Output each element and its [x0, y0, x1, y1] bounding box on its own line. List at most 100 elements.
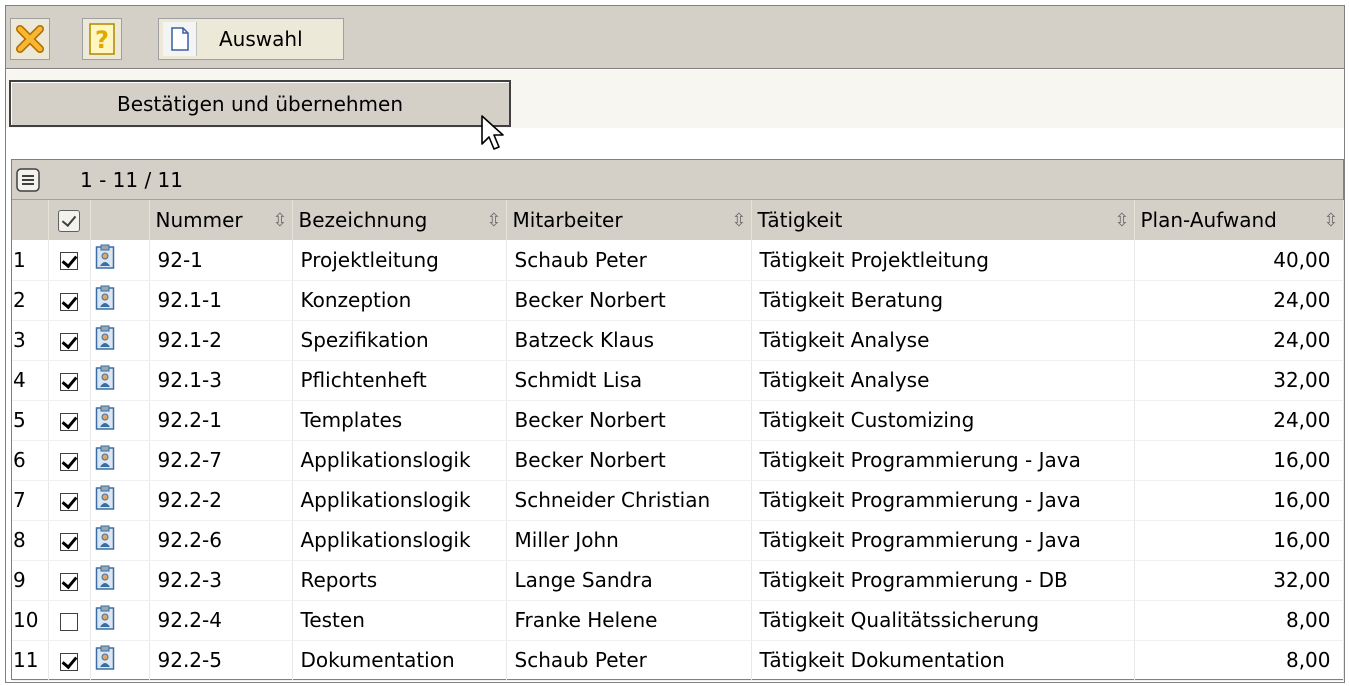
column-header-plan-aufwand[interactable]: Plan-Aufwand ⇳ — [1134, 200, 1344, 240]
table-row[interactable]: 10 92.2-4 Testen Franke Helene Tätigkeit Qua… — [12, 600, 1344, 641]
cell-nummer: 92.2-5 — [149, 640, 293, 681]
clipboard-person-icon[interactable] — [95, 325, 115, 356]
row-checkbox-cell[interactable] — [48, 400, 91, 441]
row-index: 10 — [12, 600, 49, 641]
clipboard-person-icon[interactable] — [95, 605, 115, 636]
sort-icon[interactable]: ⇳ — [486, 210, 501, 231]
clipboard-person-icon[interactable] — [95, 365, 115, 396]
column-label: Nummer — [155, 208, 243, 232]
row-checkbox-cell[interactable] — [48, 600, 91, 641]
header-select-all[interactable] — [48, 200, 91, 240]
cell-mitarbeiter: Becker Norbert — [506, 280, 752, 321]
row-checkbox[interactable] — [60, 372, 78, 391]
column-header-nummer[interactable]: Nummer ⇳ — [149, 200, 293, 240]
row-checkbox[interactable] — [60, 532, 78, 551]
clipboard-person-icon[interactable] — [95, 244, 115, 275]
column-header-mitarbeiter[interactable]: Mitarbeiter ⇳ — [506, 200, 752, 240]
row-index: 1 — [12, 240, 49, 281]
row-checkbox-cell[interactable] — [48, 480, 91, 521]
cell-plan-aufwand: 32,00 — [1134, 560, 1344, 601]
clipboard-person-icon[interactable] — [95, 445, 115, 476]
cell-plan-aufwand: 8,00 — [1134, 640, 1344, 681]
sort-icon[interactable]: ⇳ — [1323, 210, 1338, 231]
clipboard-person-icon[interactable] — [95, 645, 115, 676]
row-checkbox-cell[interactable] — [48, 280, 91, 321]
clipboard-person-icon[interactable] — [95, 485, 115, 516]
select-all-checkbox[interactable] — [58, 210, 80, 233]
row-icon-cell[interactable] — [90, 640, 150, 681]
table-row[interactable]: 6 92.2-7 Applikationslogik Becker Norbert Tä… — [12, 440, 1344, 481]
sort-icon[interactable]: ⇳ — [1114, 210, 1129, 231]
row-checkbox[interactable] — [60, 252, 78, 271]
cell-plan-aufwand: 8,00 — [1134, 600, 1344, 641]
row-checkbox-cell[interactable] — [48, 560, 91, 601]
column-header-taetigkeit[interactable]: Tätigkeit ⇳ — [751, 200, 1135, 240]
close-button[interactable] — [10, 18, 50, 60]
row-icon-cell[interactable] — [90, 400, 150, 441]
cell-mitarbeiter: Becker Norbert — [506, 400, 752, 441]
cell-taetigkeit: Tätigkeit Programmierung - Java — [751, 440, 1135, 481]
cell-taetigkeit: Tätigkeit Analyse — [751, 320, 1135, 361]
column-label: Tätigkeit — [757, 208, 843, 232]
cell-plan-aufwand: 32,00 — [1134, 360, 1344, 401]
row-icon-cell[interactable] — [90, 240, 150, 281]
table-row[interactable]: 8 92.2-6 Applikationslogik Miller John Tätig… — [12, 520, 1344, 561]
table-row[interactable]: 9 92.2-3 Reports Lange Sandra Tätigkeit Prog… — [12, 560, 1344, 601]
clipboard-person-icon[interactable] — [95, 405, 115, 436]
clipboard-person-icon[interactable] — [95, 285, 115, 316]
row-checkbox-cell[interactable] — [48, 440, 91, 481]
row-checkbox[interactable] — [60, 412, 78, 431]
row-checkbox[interactable] — [60, 572, 78, 591]
cell-taetigkeit: Tätigkeit Beratung — [751, 280, 1135, 321]
row-icon-cell[interactable] — [90, 560, 150, 601]
sort-icon[interactable]: ⇳ — [272, 210, 287, 231]
cell-nummer: 92.2-2 — [149, 480, 293, 521]
row-index: 8 — [12, 520, 49, 561]
row-index: 11 — [12, 640, 49, 681]
row-icon-cell[interactable] — [90, 600, 150, 641]
confirm-and-apply-button[interactable]: Bestätigen und übernehmen — [9, 80, 511, 127]
row-checkbox-cell[interactable] — [48, 320, 91, 361]
cell-mitarbeiter: Miller John — [506, 520, 752, 561]
table-row[interactable]: 5 92.2-1 Templates Becker Norbert Tätigkeit … — [12, 400, 1344, 441]
help-button[interactable]: ? — [82, 18, 122, 60]
row-checkbox[interactable] — [60, 492, 78, 511]
row-checkbox[interactable] — [60, 452, 78, 471]
table-row[interactable]: 2 92.1-1 Konzeption Becker Norbert Tätigkeit… — [12, 280, 1344, 321]
row-checkbox-cell[interactable] — [48, 520, 91, 561]
row-icon-cell[interactable] — [90, 480, 150, 521]
cell-bezeichnung: Applikationslogik — [292, 440, 507, 481]
cell-mitarbeiter: Schmidt Lisa — [506, 360, 752, 401]
row-checkbox[interactable] — [60, 332, 78, 351]
document-icon — [163, 22, 197, 56]
row-checkbox-cell[interactable] — [48, 240, 91, 281]
row-checkbox[interactable] — [60, 292, 78, 311]
clipboard-person-icon[interactable] — [95, 525, 115, 556]
cell-taetigkeit: Tätigkeit Programmierung - Java — [751, 520, 1135, 561]
row-checkbox[interactable] — [60, 612, 78, 631]
column-header-bezeichnung[interactable]: Bezeichnung ⇳ — [292, 200, 507, 240]
row-icon-cell[interactable] — [90, 440, 150, 481]
auswahl-button[interactable]: Auswahl — [158, 18, 344, 60]
row-checkbox[interactable] — [60, 652, 78, 671]
column-header-row: Nummer ⇳ Bezeichnung ⇳ Mitarbeiter ⇳ Tätigk… — [12, 200, 1344, 240]
table-row[interactable]: 11 92.2-5 Dokumentation Schaub Peter Tätigke… — [12, 640, 1344, 681]
cell-plan-aufwand: 24,00 — [1134, 280, 1344, 321]
row-icon-cell[interactable] — [90, 360, 150, 401]
cell-mitarbeiter: Batzeck Klaus — [506, 320, 752, 361]
row-icon-cell[interactable] — [90, 280, 150, 321]
sort-icon[interactable]: ⇳ — [731, 210, 746, 231]
row-icon-cell[interactable] — [90, 520, 150, 561]
confirm-label: Bestätigen und übernehmen — [116, 91, 404, 116]
table-row[interactable]: 4 92.1-3 Pflichtenheft Schmidt Lisa Tätigkei… — [12, 360, 1344, 401]
clipboard-person-icon[interactable] — [95, 565, 115, 596]
row-checkbox-cell[interactable] — [48, 360, 91, 401]
row-icon-cell[interactable] — [90, 320, 150, 361]
table-row[interactable]: 1 92-1 Projektleitung Schaub Peter Tätigkeit… — [12, 240, 1344, 281]
cell-bezeichnung: Dokumentation — [292, 640, 507, 681]
table-row[interactable]: 3 92.1-2 Spezifikation Batzeck Klaus Tätigke… — [12, 320, 1344, 361]
row-checkbox-cell[interactable] — [48, 640, 91, 681]
cell-taetigkeit: Tätigkeit Customizing — [751, 400, 1135, 441]
grid-menu-button[interactable] — [14, 166, 42, 194]
table-row[interactable]: 7 92.2-2 Applikationslogik Schneider Christ… — [12, 480, 1344, 521]
